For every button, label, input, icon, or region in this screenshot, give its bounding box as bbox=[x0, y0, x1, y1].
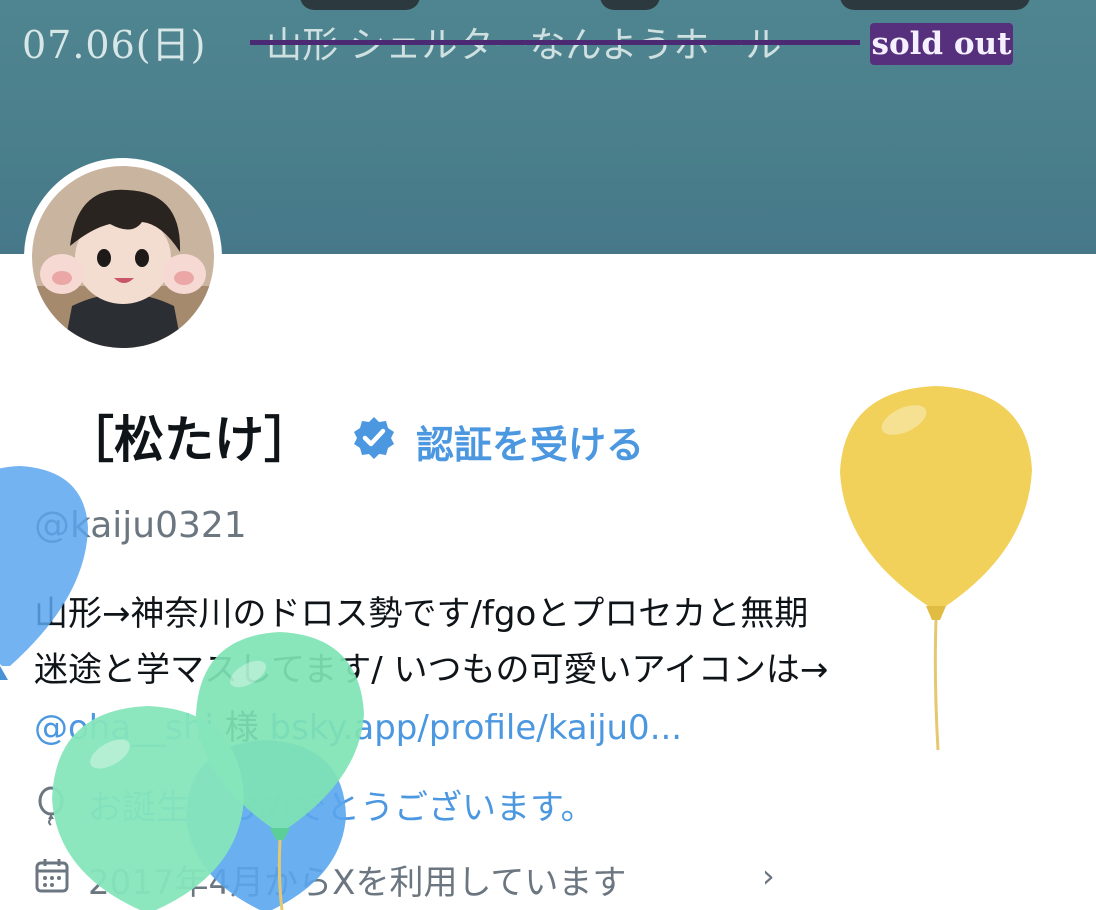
joined-date[interactable]: 2017年4月からXを利用しています bbox=[88, 855, 626, 904]
bio-line: 山形→神奈川のドロス勢です/fgoとプロセカと無期 bbox=[34, 594, 809, 634]
honorific-text: 様 bbox=[224, 708, 259, 748]
bio-line: @oha__shi 様 bsky.app/profile/kaiju0... bbox=[34, 700, 682, 749]
yellow-balloon-decoration bbox=[840, 386, 1032, 751]
banner-date: 07.06(日) bbox=[22, 23, 207, 67]
avatar[interactable] bbox=[24, 158, 222, 356]
banner-text-fragment bbox=[300, 0, 420, 10]
calendar-icon bbox=[35, 859, 69, 893]
mention-link[interactable]: @oha__shi bbox=[34, 708, 214, 748]
bio-line: 迷途と学マスしてます/ いつもの可愛いアイコンは→ bbox=[34, 650, 829, 690]
avatar-illustration bbox=[32, 166, 214, 348]
sold-out-badge: sold out bbox=[870, 23, 1013, 65]
chevron-right-icon[interactable]: › bbox=[762, 857, 775, 895]
display-name: ［松たけ］ bbox=[64, 411, 314, 469]
strikethrough-line bbox=[250, 40, 860, 45]
verified-badge-icon[interactable] bbox=[350, 414, 398, 462]
banner-text-fragment bbox=[840, 0, 1030, 10]
get-verified-link[interactable]: 認証を受ける bbox=[416, 414, 644, 469]
birthday-message: お誕生日おめでとうございます。 bbox=[88, 788, 595, 828]
balloon-icon bbox=[38, 786, 64, 826]
bio-url-link[interactable]: bsky.app/profile/kaiju0... bbox=[270, 708, 683, 748]
banner-text-fragment bbox=[600, 0, 660, 10]
username-handle: @kaiju0321 bbox=[34, 505, 247, 546]
